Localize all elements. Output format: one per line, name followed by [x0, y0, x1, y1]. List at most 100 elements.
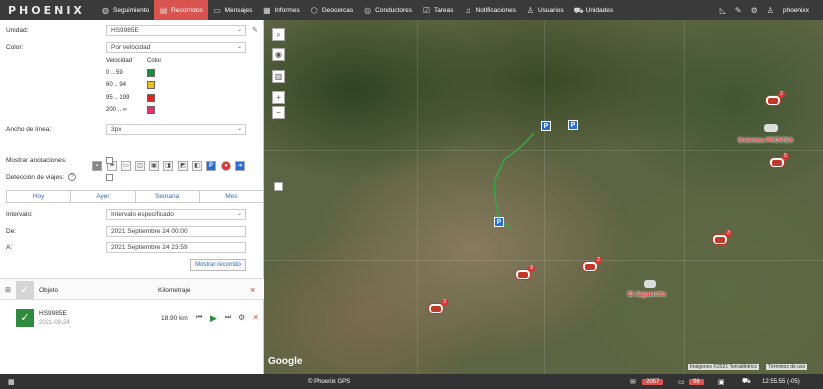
vehicle-marker-icon[interactable]: 3 [712, 230, 732, 245]
zoom-out-icon[interactable]: − [272, 106, 285, 119]
a-label: A: [6, 244, 13, 251]
nav-label: Notificaciones [475, 6, 516, 14]
close-icon[interactable]: × [253, 312, 258, 322]
anotaciones-checkbox[interactable] [106, 157, 113, 164]
tab-mes[interactable]: Mes [199, 191, 263, 202]
nav-label: Conductores [375, 6, 412, 14]
parking-marker-icon[interactable]: P [541, 121, 551, 131]
color-value: Por velocidad [111, 44, 151, 51]
vehicle-marker-icon[interactable]: 3 [428, 299, 448, 314]
nav-recorridos[interactable]: ▤ Recorridos [154, 0, 208, 20]
object-checked-icon[interactable]: ✓ [16, 309, 34, 327]
wrench-icon[interactable]: ✎ [252, 26, 258, 34]
nav-geocercas[interactable]: ⬡ Geocercas [305, 0, 358, 20]
car-icon[interactable]: ⛟ [742, 377, 751, 386]
parking-marker-icon[interactable]: P [568, 120, 578, 130]
a-date-input[interactable]: 2021 Septiembre 24 23:59 [106, 242, 246, 253]
tab-ayer[interactable]: Ayer [71, 191, 136, 202]
map-search-icon[interactable]: ⌕ [272, 28, 285, 41]
viajes-checkbox[interactable] [106, 174, 113, 181]
map-layers-icon[interactable]: ◉ [272, 48, 285, 61]
zoom-in-icon[interactable]: + [272, 91, 285, 104]
chevron-down-icon: ⌄ [236, 126, 242, 132]
marker-count: 2 [778, 91, 785, 98]
copyright-text: © Phoenix GPS [308, 378, 351, 385]
ancho-select[interactable]: 3px ⌄ [106, 124, 246, 135]
settings-icon[interactable]: ⚙ [238, 313, 245, 322]
tab-semana[interactable]: Semana [135, 191, 200, 202]
play-icon[interactable]: ▶ [210, 313, 217, 324]
truck-icon[interactable] [764, 124, 778, 132]
terms-link[interactable]: Términos de uso [766, 364, 808, 370]
track-path [493, 132, 535, 231]
intervalo-select[interactable]: Intervalo especificado ⌄ [106, 209, 246, 220]
fast-forward-icon[interactable]: ⏭ [225, 314, 231, 322]
status-bar: ▦ © Phoenix GPS ✉ 2057 ▭ 96 ▣ ⛟ 12:55:55… [0, 374, 823, 389]
username[interactable]: phoenixx [783, 7, 809, 14]
nav-notificaciones[interactable]: ♫ Notificaciones [459, 0, 521, 20]
marker-count: 2 [595, 257, 602, 264]
annotation-tool-1-icon[interactable]: ▪ [92, 161, 102, 171]
annotation-tool-3-icon[interactable]: ▭ [121, 161, 131, 171]
nav-conductores[interactable]: ◎ Conductores [358, 0, 417, 20]
map-select-icon[interactable] [274, 182, 283, 191]
user-icon: ♙ [526, 5, 535, 15]
nav-label: Geocercas [321, 6, 354, 14]
satellite-map[interactable]: ⌕ ◉ ▥ + − P P P 2 5 3 2 9 3 Sistemas PRO… [264, 20, 823, 374]
annotation-tool-6-icon[interactable]: ◨ [163, 161, 173, 171]
annotation-tool-8-icon[interactable]: ◧ [192, 161, 202, 171]
object-km: 18.90 km [161, 315, 188, 322]
nav-seguimiento[interactable]: ◍ Seguimiento [96, 0, 154, 20]
tab-hoy[interactable]: Hoy [7, 191, 72, 202]
expand-plus-icon[interactable]: ⊞ [5, 286, 11, 294]
app-logo: PHOENIX [8, 3, 85, 17]
help-icon[interactable]: ? [68, 173, 76, 181]
unidad-select[interactable]: HS9985E ⌄ [106, 25, 246, 36]
user-icon[interactable]: ♙ [767, 6, 774, 15]
show-track-button[interactable]: Mostrar recorrido [190, 259, 246, 271]
nav-mensajes[interactable]: ▭ Mensajes [208, 0, 258, 20]
car-icon: ⛟ [573, 5, 584, 15]
objeto-header: Objeto [39, 287, 59, 294]
speed-range-2: 60 .. 94 [106, 82, 127, 88]
message-count[interactable]: 96 [689, 378, 704, 385]
close-icon[interactable]: × [250, 285, 255, 295]
vehicle-marker-icon[interactable]: 2 [765, 91, 785, 106]
truck-icon[interactable] [644, 280, 656, 288]
message-icon[interactable]: ▭ [678, 378, 685, 386]
de-date-input[interactable]: 2021 Septiembre 24 00:00 [106, 226, 246, 237]
ancho-value: 3px [111, 126, 122, 133]
vehicle-marker-icon[interactable]: 9 [515, 265, 535, 280]
intervalo-value: Intervalo especificado [111, 211, 174, 218]
grid-menu-icon[interactable]: ▦ [8, 378, 15, 386]
mail-icon[interactable]: ✉ [630, 378, 636, 386]
notification-count[interactable]: 2057 [642, 378, 664, 385]
tools-icon[interactable]: ✎ [735, 6, 742, 15]
nav-usuarios[interactable]: ♙ Usuarios [521, 0, 569, 20]
nav-unidades[interactable]: ⛟ Unidades [569, 0, 618, 20]
vehicle-marker-icon[interactable]: 5 [769, 153, 789, 168]
rewind-icon[interactable]: ⏮ [196, 314, 202, 322]
nav-informes[interactable]: ▦ Informes [257, 0, 304, 20]
parking-icon[interactable]: P [206, 161, 216, 171]
vehicle-marker-icon[interactable]: 2 [582, 257, 602, 272]
map-attribution: Imágenes ©2021 TerraMetrics [688, 364, 759, 370]
object-row[interactable]: ✓ HS9985E 2021-09-24 18.90 km ⏮ ▶ ⏭ ⚙ × [0, 304, 264, 334]
parking-marker-icon[interactable]: P [494, 217, 504, 227]
annotation-tool-5-icon[interactable]: ▣ [149, 161, 159, 171]
speed-swatch-yellow [147, 81, 155, 89]
select-all-check-icon[interactable]: ✓ [16, 281, 34, 299]
color-select[interactable]: Por velocidad ⌄ [106, 42, 246, 53]
speed-range-3: 95 .. 199 [106, 95, 130, 101]
nav-tareas[interactable]: ☑ Tareas [417, 0, 459, 20]
annotation-tool-7-icon[interactable]: ◩ [178, 161, 188, 171]
map-stats-icon[interactable]: ▥ [272, 70, 285, 83]
anotaciones-label: Mostrar anotaciones: [6, 157, 67, 164]
annotation-tool-4-icon[interactable]: ◫ [135, 161, 145, 171]
gear-icon[interactable]: ⚙ [751, 6, 758, 15]
monitor-icon[interactable]: ▣ [718, 378, 725, 386]
stop-icon[interactable]: ● [221, 161, 231, 171]
chart-icon[interactable]: ◺ [720, 6, 726, 15]
arrow-right-icon[interactable]: ➔ [235, 161, 245, 171]
speed-swatch-red [147, 94, 155, 102]
